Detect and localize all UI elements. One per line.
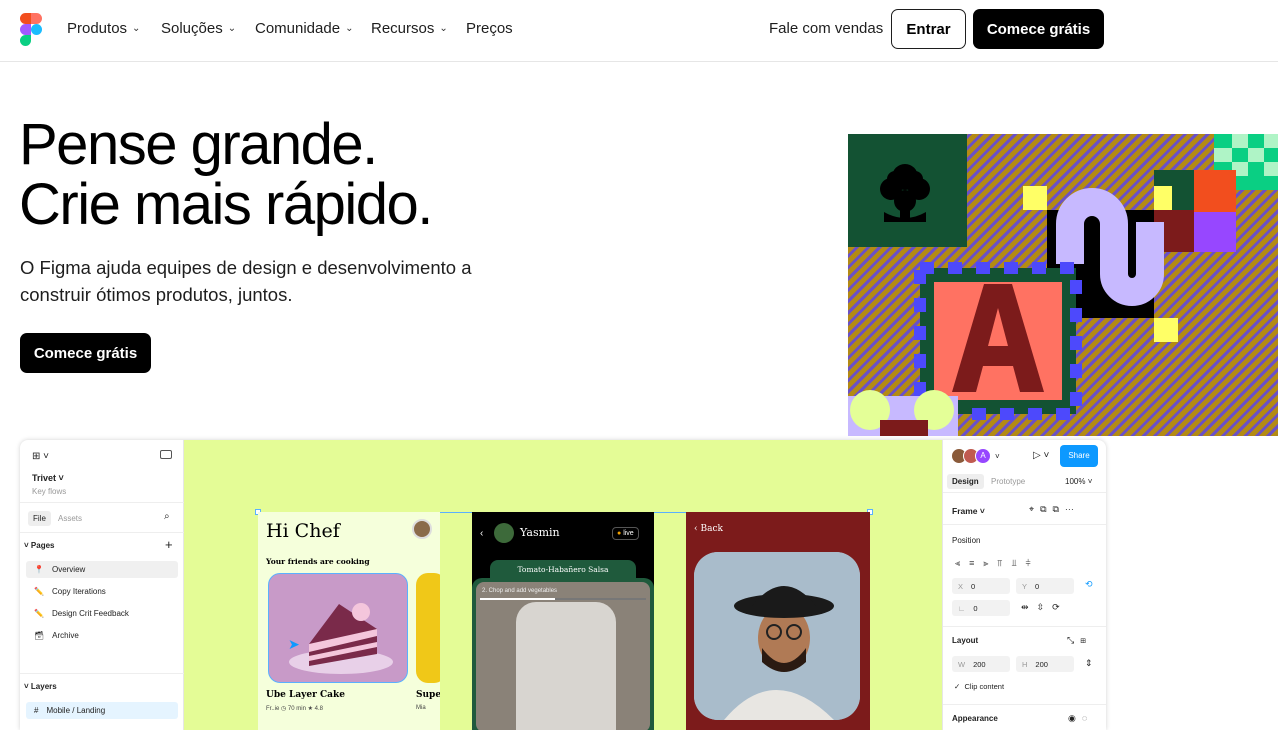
page-item-overview[interactable]: 📍 Overview bbox=[26, 561, 178, 578]
clip-content-checkbox[interactable]: ✓ Clip content bbox=[954, 682, 1004, 691]
zoom-level[interactable]: 100% ˅ bbox=[1065, 477, 1092, 486]
angle-icon: ∟ bbox=[958, 603, 966, 613]
avatar bbox=[412, 519, 432, 539]
editor-mockup: ⊞ ˅ Trivet ˅ Key flows File Assets ⌕ ˅ P… bbox=[20, 440, 1106, 730]
hero-subtitle: O Figma ajuda equipes de design e desenv… bbox=[20, 257, 472, 305]
avatar bbox=[494, 523, 514, 543]
height-field[interactable]: H 200 bbox=[1016, 656, 1074, 672]
flip-icons[interactable]: ⇹⇳⟳ bbox=[1021, 602, 1068, 613]
profile-photo bbox=[694, 552, 860, 720]
screen-profile[interactable]: ‹ Back bbox=[686, 512, 870, 730]
pencil-icon: ✏️ bbox=[34, 609, 44, 618]
cursor-icon: ➤ bbox=[288, 636, 300, 652]
screen-hi-chef[interactable]: Hi Chef Your friends are cooking Ube Lay… bbox=[258, 512, 440, 730]
share-button[interactable]: Share bbox=[1060, 445, 1098, 467]
person-shirt bbox=[516, 602, 616, 730]
position-header: Position bbox=[952, 536, 981, 545]
avatar: A bbox=[975, 448, 991, 464]
layer-item-mobile-landing[interactable]: # Mobile / Landing bbox=[26, 702, 178, 719]
step-text: 2. Chop and add vegetables bbox=[482, 588, 558, 594]
play-icon[interactable]: ▷ ˅ bbox=[1033, 450, 1049, 461]
design-canvas[interactable]: Hi Chef Your friends are cooking Ube Lay… bbox=[184, 440, 942, 730]
width-field[interactable]: W 200 bbox=[952, 656, 1010, 672]
frame-actions-icon[interactable]: ⌖⧉⧉⋯ bbox=[1029, 504, 1080, 515]
rotation-field[interactable]: ∟ 0 bbox=[952, 600, 1010, 616]
figma-logo-icon[interactable] bbox=[20, 13, 42, 46]
live-badge: ● live bbox=[612, 527, 639, 540]
tab-assets[interactable]: Assets bbox=[58, 514, 82, 523]
pin-icon: 📍 bbox=[34, 565, 44, 574]
eye-icon[interactable]: ◉◌ bbox=[1068, 713, 1093, 724]
sidebar-toggle-icon[interactable] bbox=[160, 450, 172, 459]
chevron-down-icon: ⌄ bbox=[227, 23, 237, 34]
top-nav: Produtos ⌄ Soluções ⌄ Comunidade ⌄ Recursos… bbox=[0, 0, 1278, 62]
sales-link[interactable]: Fale com vendas bbox=[769, 20, 883, 37]
resize-icon[interactable]: ⇕ bbox=[1085, 658, 1093, 669]
progress-bar bbox=[480, 598, 646, 600]
recipe-meta-2: Mia bbox=[416, 705, 426, 711]
page-item-archive[interactable]: 🗃 Archive bbox=[26, 627, 178, 644]
pages-header: ˅ Pages bbox=[24, 541, 55, 550]
layout-icons[interactable]: ⤡⊞ bbox=[1067, 635, 1092, 646]
nav-recursos[interactable]: Recursos ⌄ bbox=[371, 20, 448, 37]
screen-title: Hi Chef bbox=[266, 520, 340, 542]
frame-dropdown[interactable]: Frame ˅ bbox=[952, 506, 985, 516]
constraint-icon[interactable]: ⟲ bbox=[1085, 579, 1093, 590]
hero-title-line2: Crie mais rápido. bbox=[19, 172, 433, 237]
y-field[interactable]: Y0 bbox=[1016, 578, 1074, 594]
chevron-down-icon: ⌄ bbox=[132, 23, 141, 34]
recipe-name: Ube Layer Cake bbox=[266, 690, 345, 700]
next-image bbox=[416, 573, 440, 683]
frame-icon: # bbox=[34, 706, 39, 715]
search-icon[interactable]: ⌕ bbox=[164, 511, 170, 522]
video-image bbox=[476, 582, 650, 730]
figma-menu-icon[interactable]: ⊞ ˅ bbox=[32, 451, 49, 462]
nav-comunidade[interactable]: Comunidade ⌄ bbox=[255, 20, 353, 37]
user-name: Yasmin bbox=[520, 526, 560, 539]
chevron-down-icon: ⌄ bbox=[439, 23, 448, 34]
page-item-copy-iterations[interactable]: ✏️ Copy Iterations bbox=[26, 583, 178, 600]
cake-image bbox=[268, 573, 408, 683]
x-field[interactable]: X0 bbox=[952, 578, 1010, 594]
cake-icon bbox=[289, 603, 393, 674]
hero-illustration bbox=[848, 134, 1278, 436]
align-icons[interactable]: ⫷≡⫸⫪⫫⫩ bbox=[955, 558, 1040, 569]
nav-precos[interactable]: Preços bbox=[466, 20, 513, 37]
back-icon[interactable]: ‹ bbox=[480, 528, 483, 539]
screen-yasmin[interactable]: ‹ Yasmin ● live Tomato-Habañero Salsa 2.… bbox=[472, 512, 654, 730]
person-icon bbox=[694, 552, 860, 720]
nav-produtos[interactable]: Produtos ⌄ bbox=[67, 20, 140, 37]
layers-header: ˅ Layers bbox=[24, 682, 57, 691]
tab-design[interactable]: Design bbox=[947, 474, 984, 489]
chevron-down-icon[interactable]: ˅ bbox=[995, 452, 1000, 461]
layout-header: Layout bbox=[952, 636, 979, 645]
file-subtitle: Key flows bbox=[32, 487, 67, 496]
chevron-down-icon: ⌄ bbox=[345, 23, 354, 34]
nav-solucoes[interactable]: Soluções ⌄ bbox=[161, 20, 236, 37]
hero-title-line1: Pense grande. bbox=[19, 112, 378, 177]
properties-panel: A ˅ ▷ ˅ Share Design Prototype 100% ˅ Fr… bbox=[942, 440, 1106, 730]
tab-prototype[interactable]: Prototype bbox=[991, 477, 1025, 486]
add-page-icon[interactable]: + bbox=[165, 537, 173, 552]
hero-title: Pense grande. Crie mais rápido. bbox=[19, 112, 433, 237]
abstract-art-icon bbox=[848, 134, 1278, 436]
recipe-name-2: Super bbox=[416, 690, 440, 700]
signup-button[interactable]: Comece grátis bbox=[973, 9, 1104, 49]
pencil-icon: ✏️ bbox=[34, 587, 44, 596]
hero-cta-button[interactable]: Comece grátis bbox=[20, 333, 151, 373]
back-button[interactable]: ‹ Back bbox=[694, 524, 723, 534]
file-name[interactable]: Trivet ˅ bbox=[32, 473, 64, 483]
section-title: Your friends are cooking bbox=[266, 557, 370, 566]
archive-icon: 🗃 bbox=[34, 631, 45, 640]
tab-file[interactable]: File bbox=[28, 511, 51, 526]
page-item-design-crit[interactable]: ✏️ Design Crit Feedback bbox=[26, 605, 178, 622]
layers-panel: ⊞ ˅ Trivet ˅ Key flows File Assets ⌕ ˅ P… bbox=[20, 440, 184, 730]
recipe-meta: Fr..ie ◷ 70 min ★ 4.8 bbox=[266, 706, 323, 712]
login-button[interactable]: Entrar bbox=[891, 9, 966, 49]
